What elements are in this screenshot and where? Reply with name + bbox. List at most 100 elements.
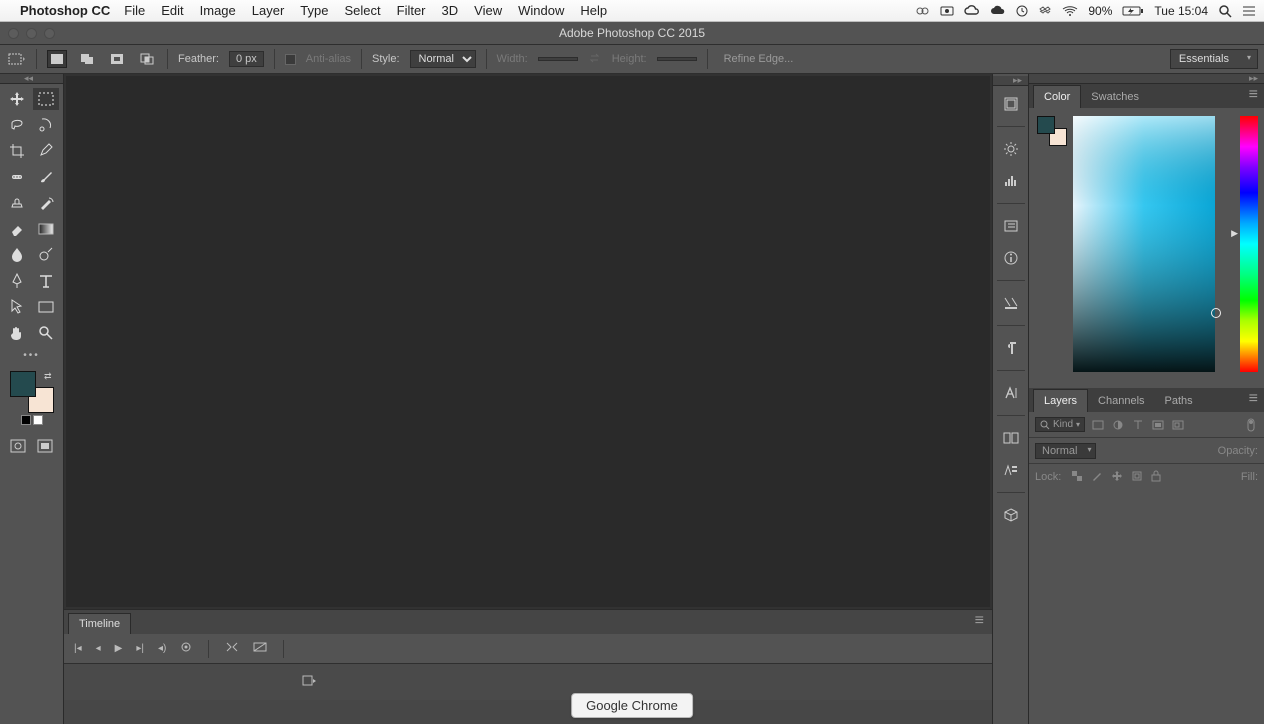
tools-collapse-handle[interactable]: ◂◂	[0, 74, 63, 84]
swap-colors-icon[interactable]: ⇄	[44, 371, 52, 382]
menu-image[interactable]: Image	[200, 3, 236, 18]
default-colors-icon[interactable]	[0, 415, 63, 425]
lock-artboard-icon[interactable]	[1131, 470, 1143, 485]
quick-mask-mode-icon[interactable]	[5, 435, 31, 457]
timeline-transition-icon[interactable]	[253, 641, 267, 656]
sync-icon[interactable]	[916, 5, 930, 17]
filter-adjustment-icon[interactable]	[1111, 418, 1125, 432]
lasso-tool-icon[interactable]	[4, 114, 30, 136]
pen-tool-icon[interactable]	[4, 270, 30, 292]
path-selection-tool-icon[interactable]	[4, 296, 30, 318]
minimize-window-button[interactable]	[26, 28, 37, 39]
color-field[interactable]	[1073, 116, 1215, 372]
style-select[interactable]: Normal	[410, 50, 476, 68]
crop-tool-icon[interactable]	[4, 140, 30, 162]
color-panel-fg-swatch[interactable]	[1037, 116, 1055, 134]
paths-tab[interactable]: Paths	[1155, 390, 1203, 412]
layers-tab[interactable]: Layers	[1033, 389, 1088, 412]
workspace-switcher[interactable]: Essentials	[1170, 49, 1258, 69]
move-tool-icon[interactable]	[4, 88, 30, 110]
blend-mode-select[interactable]: Normal	[1035, 443, 1096, 459]
color-tab[interactable]: Color	[1033, 85, 1081, 108]
rail-collapse-handle[interactable]: ▸▸	[993, 76, 1028, 86]
hand-tool-icon[interactable]	[4, 322, 30, 344]
menu-list-icon[interactable]	[1242, 5, 1256, 17]
history-panel-icon[interactable]	[997, 90, 1025, 118]
filter-smart-icon[interactable]	[1171, 418, 1185, 432]
filter-pixel-icon[interactable]	[1091, 418, 1105, 432]
refine-edge-button[interactable]: Refine Edge...	[718, 51, 800, 67]
battery-icon[interactable]	[1122, 5, 1144, 17]
histogram-panel-icon[interactable]	[997, 167, 1025, 195]
blur-tool-icon[interactable]	[4, 244, 30, 266]
3d-panel-icon[interactable]	[997, 501, 1025, 529]
hue-slider-pointer[interactable]: ▶	[1231, 228, 1238, 239]
color-picker-ring[interactable]	[1211, 308, 1221, 318]
filter-toggle-icon[interactable]	[1244, 418, 1258, 432]
active-tool-preset-icon[interactable]	[6, 50, 26, 68]
timeline-split-icon[interactable]	[225, 641, 239, 656]
selection-intersect-icon[interactable]	[137, 50, 157, 68]
color-panel-fgbg[interactable]	[1037, 116, 1067, 146]
menu-select[interactable]: Select	[344, 3, 380, 18]
eraser-tool-icon[interactable]	[4, 218, 30, 240]
menu-edit[interactable]: Edit	[161, 3, 183, 18]
feather-input[interactable]: 0 px	[229, 51, 264, 67]
brush-tool-icon[interactable]	[33, 166, 59, 188]
timeline-next-frame-icon[interactable]: ▸|	[136, 643, 144, 654]
adjustments-panel-icon[interactable]	[997, 135, 1025, 163]
lock-all-icon[interactable]	[1151, 470, 1161, 485]
info-panel-icon[interactable]	[997, 244, 1025, 272]
timeline-tab[interactable]: Timeline	[68, 613, 131, 634]
properties-panel-icon[interactable]	[997, 212, 1025, 240]
filter-shape-icon[interactable]	[1151, 418, 1165, 432]
panels-collapse-handle[interactable]: ▸▸	[1029, 74, 1264, 84]
screen-mode-icon[interactable]	[32, 435, 58, 457]
gradient-tool-icon[interactable]	[33, 218, 59, 240]
rectangular-marquee-tool-icon[interactable]	[33, 88, 59, 110]
clock-text[interactable]: Tue 15:04	[1154, 4, 1208, 18]
dropbox-icon[interactable]	[1038, 5, 1052, 17]
rectangle-shape-tool-icon[interactable]	[33, 296, 59, 318]
extra-tools-indicator[interactable]: •••	[4, 348, 59, 361]
foreground-color-swatch[interactable]	[10, 371, 36, 397]
channels-tab[interactable]: Channels	[1088, 390, 1154, 412]
timeline-settings-icon[interactable]	[180, 641, 192, 656]
selection-new-icon[interactable]	[47, 50, 67, 68]
lock-transparent-icon[interactable]	[1071, 470, 1083, 485]
menu-3d[interactable]: 3D	[442, 3, 459, 18]
selection-add-icon[interactable]	[77, 50, 97, 68]
timeline-track-area[interactable]: ＋	[64, 664, 992, 700]
menu-help[interactable]: Help	[580, 3, 607, 18]
history-brush-tool-icon[interactable]	[33, 192, 59, 214]
dodge-tool-icon[interactable]	[33, 244, 59, 266]
close-window-button[interactable]	[8, 28, 19, 39]
foreground-background-colors[interactable]: ⇄	[10, 371, 54, 413]
swatches-tab[interactable]: Swatches	[1081, 86, 1149, 108]
character-panel-icon[interactable]	[997, 379, 1025, 407]
menu-file[interactable]: File	[124, 3, 145, 18]
app-name[interactable]: Photoshop CC	[20, 3, 110, 18]
timeline-audio-mute-icon[interactable]: ◂)	[158, 643, 166, 654]
clock-icon[interactable]	[1016, 5, 1028, 17]
selection-subtract-icon[interactable]	[107, 50, 127, 68]
lock-image-icon[interactable]	[1091, 470, 1103, 485]
spotlight-icon[interactable]	[1218, 4, 1232, 18]
layers-panel-menu-icon[interactable]: ≡	[1243, 386, 1264, 412]
type-tool-icon[interactable]	[33, 270, 59, 292]
timeline-first-frame-icon[interactable]: |◂	[74, 643, 82, 654]
timeline-panel-menu-icon[interactable]: ≡	[971, 608, 988, 634]
timeline-play-icon[interactable]: ▶	[115, 643, 123, 654]
menu-filter[interactable]: Filter	[397, 3, 426, 18]
menu-window[interactable]: Window	[518, 3, 564, 18]
filter-type-icon[interactable]	[1131, 418, 1145, 432]
hue-slider[interactable]	[1240, 116, 1258, 372]
color-panel-menu-icon[interactable]: ≡	[1243, 82, 1264, 108]
styles-panel-icon[interactable]	[997, 289, 1025, 317]
spot-healing-tool-icon[interactable]	[4, 166, 30, 188]
timeline-prev-frame-icon[interactable]: ◂	[96, 643, 101, 654]
wifi-icon[interactable]	[1062, 5, 1078, 17]
layer-filter-kind-select[interactable]: Kind▾	[1035, 417, 1085, 432]
lock-position-icon[interactable]	[1111, 470, 1123, 485]
menu-layer[interactable]: Layer	[252, 3, 285, 18]
